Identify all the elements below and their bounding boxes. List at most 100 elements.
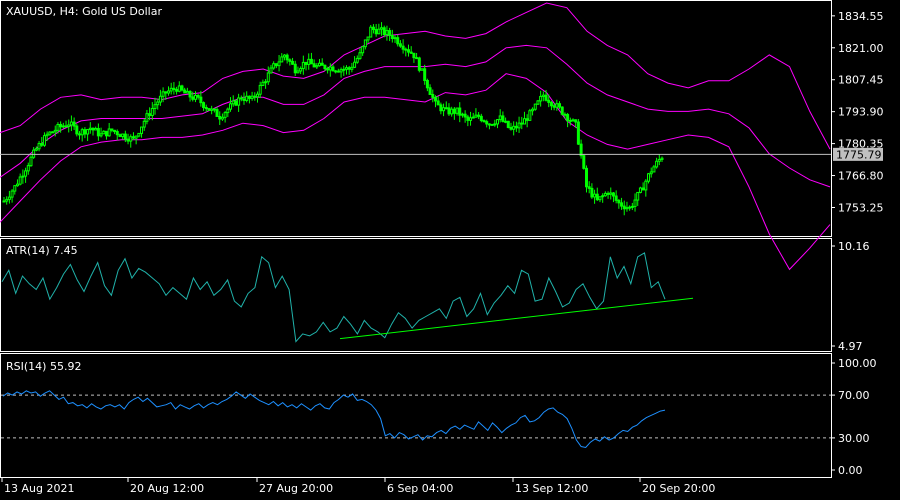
candle-body [88, 127, 92, 131]
candle-body [382, 27, 386, 36]
candle-body [611, 192, 615, 197]
candle-body [385, 30, 389, 36]
candle-body [293, 63, 297, 74]
candle-body [409, 51, 413, 54]
candle-body [512, 125, 516, 130]
candle-body [239, 97, 243, 100]
atr-axis-label: 4.97 [838, 340, 863, 353]
candle-body [336, 70, 340, 73]
candle [576, 119, 580, 145]
candle [601, 193, 605, 203]
candle [318, 59, 322, 67]
candle-body [344, 67, 348, 70]
candle [220, 113, 224, 121]
candle [590, 183, 594, 199]
candle-body [455, 107, 459, 114]
candle-body [220, 116, 224, 120]
candle-body [439, 104, 443, 112]
candle-body [266, 72, 270, 83]
candle-body [469, 117, 473, 121]
trading-chart[interactable]: 1834.551821.001807.451793.901780.351766.… [0, 0, 900, 500]
candle-body [350, 66, 354, 70]
candle [96, 123, 100, 141]
candle [78, 131, 82, 140]
candle [196, 94, 200, 100]
atr-trendline[interactable] [339, 297, 694, 340]
candle [566, 112, 570, 128]
candle [40, 136, 44, 147]
candle-body [237, 97, 241, 106]
candle-body [628, 206, 632, 209]
atr-axis: 10.16 4.97 [831, 240, 870, 353]
main-axis-label: 1793.90 [838, 106, 884, 119]
candle [369, 24, 373, 38]
candle-body [649, 171, 653, 175]
candle [514, 121, 518, 132]
candle-body [617, 199, 621, 204]
main-axis-label: 1834.55 [838, 10, 884, 23]
candle [5, 196, 9, 205]
candle [377, 23, 381, 35]
candle [247, 95, 251, 104]
candle [42, 132, 46, 147]
candle-body [549, 101, 553, 107]
candle-body [355, 57, 359, 63]
candle [51, 131, 55, 134]
candle [299, 66, 303, 75]
candle-body [487, 123, 491, 126]
candle [350, 62, 354, 73]
candle [212, 108, 216, 113]
candle [172, 82, 176, 95]
candle [355, 55, 359, 64]
candle-body [647, 173, 651, 182]
rsi-axis-label: 70.00 [838, 389, 870, 402]
candle-body [533, 103, 537, 110]
candle-body [110, 128, 114, 131]
candle [579, 139, 583, 159]
candle-body [366, 36, 370, 41]
candle-body [242, 98, 246, 101]
candle-body [231, 100, 235, 105]
candle-body [568, 119, 572, 122]
candle [509, 122, 513, 131]
candle [407, 44, 411, 57]
candle [107, 123, 111, 137]
candle [617, 199, 621, 209]
candle-body [118, 134, 122, 138]
candle-body [104, 130, 108, 137]
bollinger-upper-band [0, 2, 831, 150]
candle-body [183, 89, 187, 94]
candle [150, 102, 154, 121]
candle [255, 91, 259, 103]
candle-body [584, 167, 588, 188]
candle-body [258, 84, 262, 95]
candle-body [61, 125, 65, 128]
candle [633, 193, 637, 212]
candle [48, 131, 52, 136]
candle [207, 108, 211, 111]
candle [226, 107, 230, 118]
candle [531, 107, 535, 116]
candle-body [633, 199, 637, 207]
candle-body [53, 129, 57, 133]
candle [293, 60, 297, 77]
candle-body [471, 116, 475, 119]
atr-axis-label: 10.16 [838, 240, 870, 253]
candle [18, 173, 22, 186]
candle [347, 65, 351, 75]
candle [533, 103, 537, 111]
candle-body [415, 57, 419, 60]
candle [595, 187, 599, 201]
candle [269, 64, 273, 74]
candle [315, 63, 319, 70]
candle-body [288, 59, 292, 62]
candle-body [51, 131, 55, 134]
candle [541, 91, 545, 102]
candle [587, 181, 591, 194]
candle-body [522, 118, 526, 125]
candle-body [75, 125, 79, 135]
candle-body [506, 120, 510, 128]
candle-body [299, 68, 303, 72]
candle-body [207, 108, 211, 111]
candle-body [91, 127, 95, 131]
